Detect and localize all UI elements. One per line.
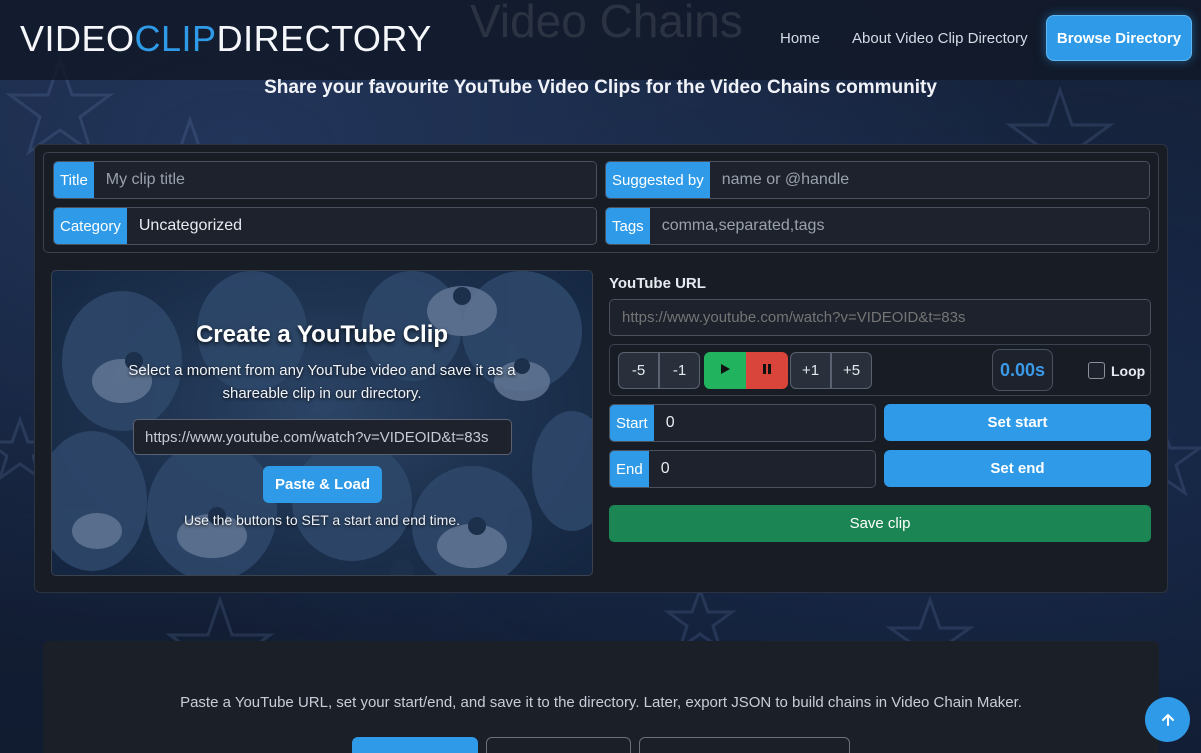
loop-checkbox[interactable]	[1088, 362, 1105, 379]
info-text: Paste a YouTube URL, set your start/end,…	[180, 694, 1022, 711]
category-select[interactable]	[126, 208, 596, 244]
navbar: Video Chains VIDEOCLIPDIRECTORY Home Abo…	[0, 0, 1201, 80]
info-primary-button[interactable]	[352, 737, 478, 753]
nav-home-link[interactable]: Home	[780, 30, 820, 47]
paste-load-button[interactable]: Paste & Load	[263, 466, 382, 503]
play-pause-group	[704, 352, 788, 389]
scroll-to-top-button[interactable]	[1145, 697, 1190, 742]
info-tertiary-button[interactable]	[639, 737, 850, 753]
set-end-button[interactable]: Set end	[884, 450, 1151, 487]
pause-icon	[763, 364, 771, 374]
hero-hint: Use the buttons to SET a start and end t…	[183, 512, 460, 528]
page-subtitle: Share your favourite YouTube Video Clips…	[264, 77, 937, 98]
hero-description: Select a moment from any YouTube video a…	[128, 362, 516, 402]
category-label: Category	[54, 208, 127, 244]
start-label: Start	[610, 405, 654, 441]
hero-title: Create a YouTube Clip	[195, 321, 449, 348]
browse-directory-button[interactable]: Browse Directory	[1046, 15, 1192, 61]
youtube-url-input[interactable]	[609, 299, 1151, 336]
seek-forward-5-button[interactable]: +5	[831, 352, 872, 389]
info-secondary-button[interactable]	[486, 737, 631, 753]
hero-panel: Create a YouTube Clip Select a moment fr…	[51, 270, 593, 576]
tags-input-group: Tags	[605, 207, 1150, 245]
end-input-group: End	[609, 450, 876, 488]
suggested-by-input-group: Suggested by	[605, 161, 1150, 199]
tags-input[interactable]	[649, 208, 1149, 244]
ghost-title: Video Chains	[470, 0, 743, 47]
suggested-by-label: Suggested by	[606, 162, 710, 198]
loop-toggle[interactable]: Loop	[1088, 362, 1145, 379]
start-input[interactable]	[653, 405, 875, 441]
seek-back-5-button[interactable]: -5	[618, 352, 659, 389]
seek-back-group: -5 -1	[618, 352, 700, 389]
brand-part-directory: DIRECTORY	[216, 18, 432, 59]
title-input[interactable]	[93, 162, 596, 198]
info-card: Paste a YouTube URL, set your start/end,…	[43, 641, 1159, 753]
current-time-display: 0.00s	[992, 349, 1053, 391]
seek-forward-1-button[interactable]: +1	[790, 352, 831, 389]
seek-back-1-button[interactable]: -1	[659, 352, 700, 389]
play-button[interactable]	[704, 352, 746, 389]
loop-label: Loop	[1111, 362, 1146, 379]
start-input-group: Start	[609, 404, 876, 442]
suggested-by-input[interactable]	[709, 162, 1149, 198]
end-label: End	[610, 451, 649, 487]
title-label: Title	[54, 162, 94, 198]
hero-url-input[interactable]	[133, 419, 512, 455]
brand-logo[interactable]: VIDEOCLIPDIRECTORY	[20, 18, 432, 60]
pause-button[interactable]	[746, 352, 788, 389]
brand-part-video: VIDEO	[20, 18, 135, 59]
arrow-up-icon	[1161, 713, 1174, 726]
category-input-group: Category	[53, 207, 597, 245]
play-icon	[721, 364, 730, 374]
seek-forward-group: +1 +5	[790, 352, 872, 389]
nav-about-link[interactable]: About Video Clip Directory	[852, 30, 1028, 47]
youtube-url-label: YouTube URL	[609, 275, 706, 292]
title-input-group: Title	[53, 161, 597, 199]
end-input[interactable]	[648, 451, 875, 487]
tags-label: Tags	[606, 208, 650, 244]
set-start-button[interactable]: Set start	[884, 404, 1151, 441]
brand-part-clip: CLIP	[134, 18, 217, 59]
save-clip-button[interactable]: Save clip	[609, 505, 1151, 542]
